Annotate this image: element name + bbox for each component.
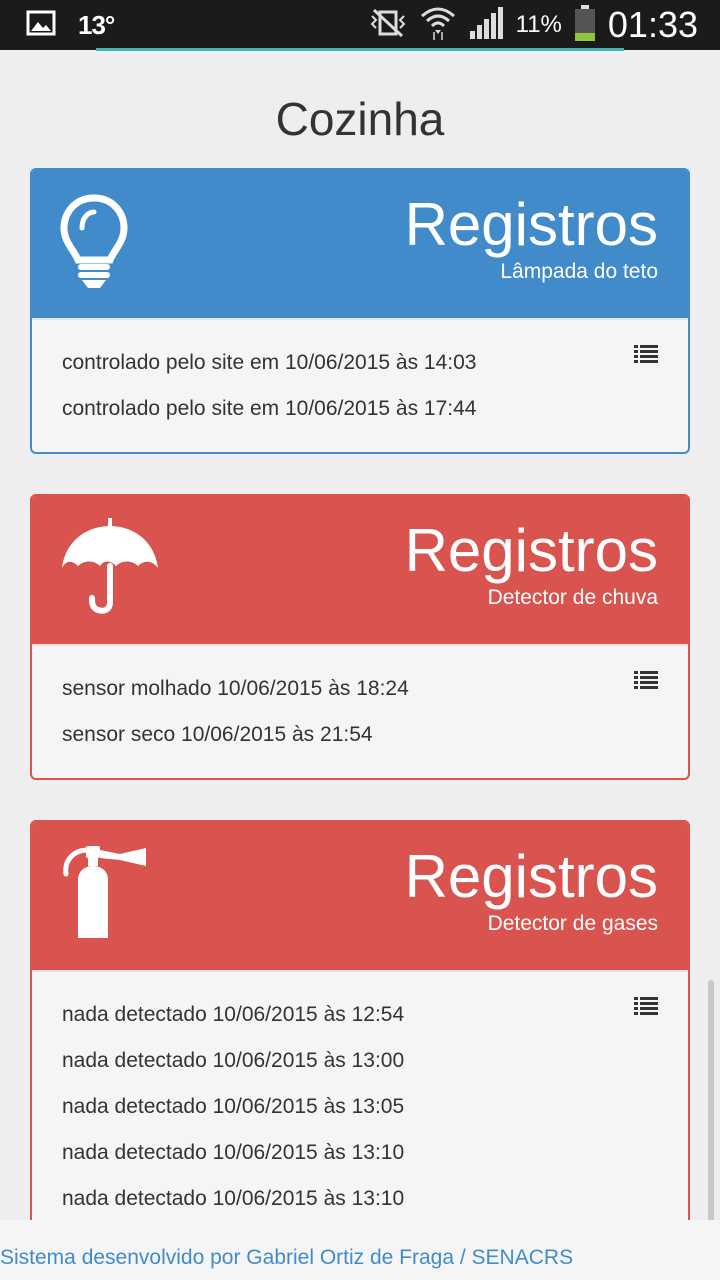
umbrella-icon: [60, 518, 164, 618]
clock-text: 01:33: [607, 4, 698, 45]
log-entry: controlado pelo site em 10/06/2015 às 17…: [62, 397, 477, 420]
signal-icon: [468, 6, 504, 44]
panel-title: Registros: [404, 191, 658, 258]
log-entry: nada detectado 10/06/2015 às 13:05: [62, 1095, 405, 1118]
gallery-icon: [26, 10, 56, 41]
wifi-icon: [420, 6, 456, 45]
panel-heading: Registros Lâmpada do teto: [32, 170, 688, 318]
log-entry: sensor seco 10/06/2015 às 21:54: [62, 723, 373, 746]
panel-subtitle: Detector de gases: [487, 912, 658, 935]
panel-gases: Registros Detector de gases nada detecta…: [30, 820, 690, 1260]
fire-extinguisher-icon: [60, 844, 164, 944]
panel-title: Registros: [404, 517, 658, 584]
panel-lampada: Registros Lâmpada do teto controlado pel…: [30, 168, 690, 454]
lightbulb-icon: [60, 192, 164, 292]
page-title: Cozinha: [275, 93, 445, 145]
scrollbar[interactable]: [708, 980, 714, 1240]
list-icon[interactable]: [634, 344, 658, 364]
vibrate-off-icon: [368, 8, 408, 43]
panel-body: controlado pelo site em 10/06/2015 às 14…: [32, 318, 688, 452]
list-icon[interactable]: [634, 670, 658, 690]
battery-icon: [574, 4, 596, 46]
panel-subtitle: Lâmpada do teto: [500, 260, 658, 283]
log-entry: nada detectado 10/06/2015 às 13:00: [62, 1049, 405, 1072]
panel-heading: Registros Detector de gases: [32, 822, 688, 970]
panel-chuva: Registros Detector de chuva sensor molha…: [30, 494, 690, 780]
panel-heading: Registros Detector de chuva: [32, 496, 688, 644]
log-entry: sensor molhado 10/06/2015 às 18:24: [62, 677, 409, 700]
log-entry: nada detectado 10/06/2015 às 12:54: [62, 1003, 405, 1026]
panel-subtitle: Detector de chuva: [487, 586, 658, 609]
panel-body: nada detectado 10/06/2015 às 12:54 nada …: [32, 970, 688, 1242]
log-entry: nada detectado 10/06/2015 às 13:10: [62, 1187, 405, 1210]
header-divider: [96, 48, 624, 51]
log-entry: controlado pelo site em 10/06/2015 às 14…: [62, 351, 477, 374]
list-icon[interactable]: [634, 996, 658, 1016]
battery-percent-text: 11%: [515, 11, 562, 38]
footer-text: Sistema desenvolvido por Gabriel Ortiz d…: [0, 1246, 574, 1269]
panel-title: Registros: [404, 843, 658, 910]
log-entry: nada detectado 10/06/2015 às 13:10: [62, 1141, 405, 1164]
panel-body: sensor molhado 10/06/2015 às 18:24 senso…: [32, 644, 688, 778]
temperature-text: 13°: [78, 9, 115, 40]
status-bar: 13° 11% 01:33: [0, 0, 720, 50]
